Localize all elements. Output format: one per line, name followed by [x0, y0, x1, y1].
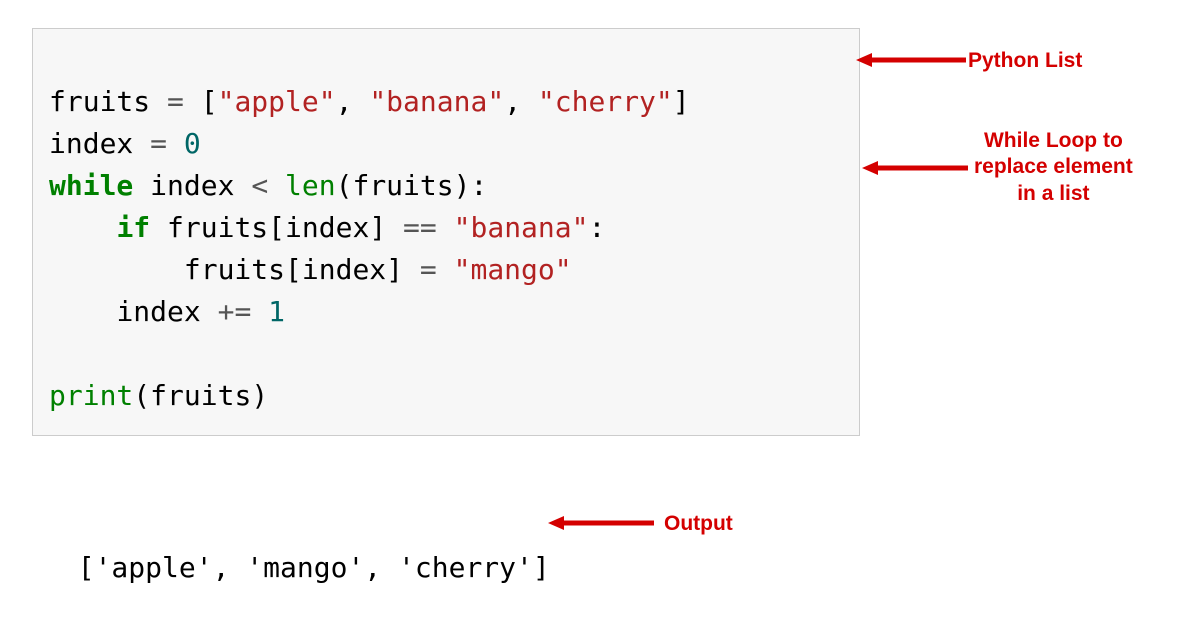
- code-line-1: fruits = ["apple", "banana", "cherry"]: [49, 85, 690, 118]
- arrow-icon: [856, 50, 966, 70]
- code-line-4: if fruits[index] == "banana":: [49, 211, 605, 244]
- arrow-icon: [862, 158, 968, 178]
- variable-fruits: fruits: [49, 85, 150, 118]
- code-line-8: print(fruits): [49, 379, 268, 412]
- output-block: ['apple', 'mango', 'cherry']: [44, 505, 550, 589]
- code-line-3: while index < len(fruits):: [49, 169, 487, 202]
- code-line-2: index = 0: [49, 127, 201, 160]
- code-block: fruits = ["apple", "banana", "cherry"] i…: [32, 28, 860, 436]
- annotation-python-list: Python List: [968, 48, 1082, 74]
- annotation-while-loop: While Loop to replace element in a list: [974, 128, 1133, 207]
- annotation-output: Output: [664, 511, 733, 537]
- output-text: ['apple', 'mango', 'cherry']: [78, 551, 550, 584]
- code-line-6: index += 1: [49, 295, 285, 328]
- code-line-5: fruits[index] = "mango": [49, 253, 572, 286]
- arrow-icon: [548, 513, 654, 533]
